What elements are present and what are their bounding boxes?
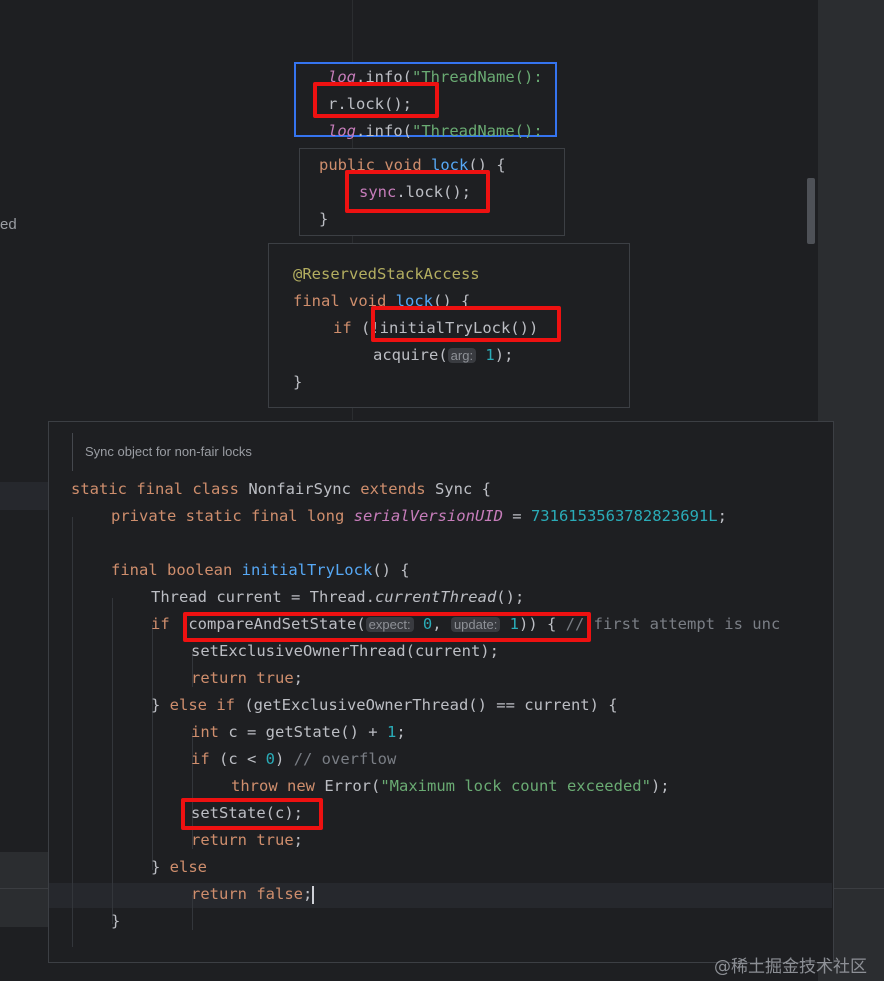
code-line: log.info("ThreadName(): — [328, 122, 543, 140]
current-line-highlight — [49, 883, 832, 908]
background-row-highlight — [0, 482, 48, 510]
indent-guide — [152, 625, 153, 870]
indent-guide — [72, 517, 73, 947]
code-line: } — [293, 373, 303, 391]
code-line-return-false[interactable]: return false; — [191, 885, 315, 904]
code-line-method-decl: final boolean initialTryLock() { — [111, 561, 410, 579]
code-line-overflow-check: if (c < 0) // overflow — [191, 750, 397, 768]
code-line-close: } — [111, 912, 121, 930]
background-side-text: ed — [0, 216, 17, 233]
watermark: @稀土掘金技术社区 — [714, 957, 867, 977]
highlight-box — [345, 170, 490, 213]
code-line-current-thread: Thread current = Thread.currentThread(); — [151, 588, 525, 606]
highlight-box — [183, 612, 591, 642]
code-snippet-nonfair-sync — [48, 421, 834, 963]
code-line-return-true: return true; — [191, 669, 303, 687]
code-line-throw: throw new Error("Maximum lock count exce… — [231, 777, 670, 795]
scrollbar-thumb[interactable] — [807, 178, 815, 244]
text-caret — [312, 885, 315, 904]
code-line-acquire: acquire(arg: 1); — [373, 346, 514, 364]
code-line-return-true: return true; — [191, 831, 303, 849]
indent-guide — [112, 598, 113, 924]
code-line: } — [319, 210, 329, 228]
code-line-else-if: } else if (getExclusiveOwnerThread() == … — [151, 696, 618, 714]
code-line-serial-uid: private static final long serialVersionU… — [111, 507, 727, 525]
highlight-box — [371, 306, 561, 342]
code-line-class-decl: static final class NonfairSync extends S… — [71, 480, 491, 498]
doc-comment: Sync object for non-fair locks — [72, 433, 252, 471]
code-line-else: } else — [151, 858, 207, 876]
annotation: @ReservedStackAccess — [293, 265, 480, 283]
highlight-box — [181, 798, 323, 830]
highlight-box — [313, 82, 439, 118]
code-line-int-c: int c = getState() + 1; — [191, 723, 406, 741]
code-line-set-owner: setExclusiveOwnerThread(current); — [191, 642, 499, 660]
